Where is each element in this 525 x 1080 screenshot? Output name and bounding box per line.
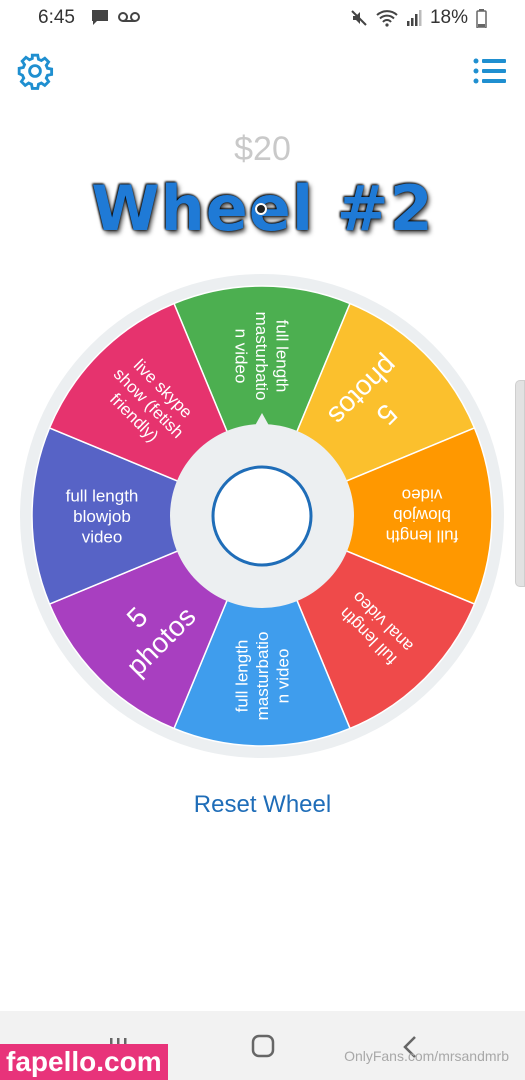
watermark-onlyfans: OnlyFans.com/mrsandmrb <box>344 1048 509 1064</box>
reset-wheel-button[interactable]: Reset Wheel <box>0 791 525 819</box>
spin-button[interactable] <box>211 465 313 567</box>
edge-panel-handle[interactable] <box>515 380 525 587</box>
watermark-fapello: fapello.com <box>0 1044 168 1080</box>
home-icon[interactable] <box>251 1034 275 1058</box>
prize-wheel[interactable]: full lengthmasturbation video5photosfull… <box>0 0 525 1080</box>
